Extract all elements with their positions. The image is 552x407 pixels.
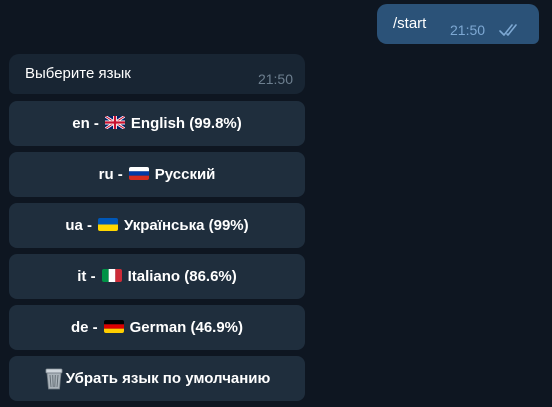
- language-button-ru[interactable]: ru - Русский: [9, 152, 305, 197]
- language-code: de -: [70, 319, 98, 336]
- double-check-icon: [499, 23, 523, 37]
- language-code: ru -: [98, 166, 123, 183]
- language-label: Italiano (86.6%): [127, 268, 237, 285]
- ukraine-flag-icon: [98, 218, 118, 231]
- language-label: Українська (99%): [124, 217, 249, 234]
- italy-flag-icon: [101, 269, 122, 282]
- outgoing-message: /start 21:50: [377, 4, 539, 44]
- trash-can-icon: [44, 368, 64, 390]
- language-code: ua -: [65, 217, 92, 234]
- language-label: German (46.9%): [129, 319, 244, 336]
- language-button-it[interactable]: it - Italiano (86.6%): [9, 254, 305, 299]
- message-text: Выберите язык: [25, 65, 131, 82]
- incoming-message: Выберите язык 21:50: [9, 54, 305, 94]
- message-time: 21:50: [257, 71, 293, 87]
- language-button-en[interactable]: en - English (99.8%): [9, 101, 305, 146]
- language-button-de[interactable]: de - German (46.9%): [9, 305, 305, 350]
- language-code: en -: [72, 115, 99, 132]
- language-label: English (99.8%): [130, 115, 242, 132]
- language-label: Русский: [154, 166, 216, 183]
- message-text: /start: [393, 15, 427, 32]
- uk-flag-icon: [104, 116, 125, 129]
- remove-default-language-button[interactable]: Убрать язык по умолчанию: [9, 356, 305, 401]
- germany-flag-icon: [103, 320, 124, 333]
- language-button-ua[interactable]: ua - Українська (99%): [9, 203, 305, 248]
- message-time: 21:50: [450, 22, 486, 38]
- russia-flag-icon: [128, 167, 149, 180]
- button-label: Убрать язык по умолчанию: [65, 370, 271, 387]
- language-code: it -: [77, 268, 96, 285]
